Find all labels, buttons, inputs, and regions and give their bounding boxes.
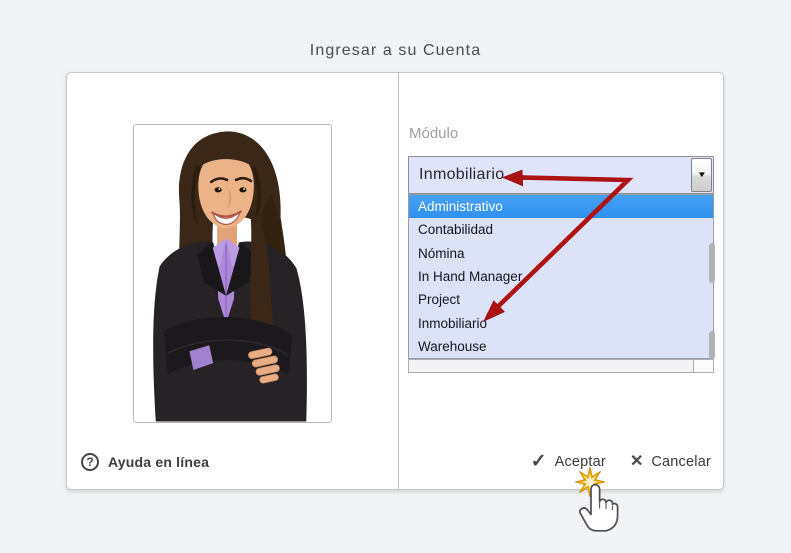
scrollbar-fragment bbox=[709, 331, 715, 359]
module-dropdown-list: Administrativo Contabilidad Nómina In Ha… bbox=[408, 194, 714, 359]
user-portrait-image bbox=[134, 125, 331, 422]
dropdown-option[interactable]: Nómina bbox=[409, 242, 713, 265]
panel-divider bbox=[398, 73, 399, 489]
accept-button[interactable]: ✓ Aceptar bbox=[531, 452, 606, 471]
dropdown-option[interactable]: Contabilidad bbox=[409, 218, 713, 241]
login-panel: Módulo Inmobiliario ▼ Administrativo Con… bbox=[66, 72, 724, 490]
scrollbar-fragment bbox=[709, 243, 715, 283]
dropdown-option[interactable]: Administrativo bbox=[409, 195, 713, 219]
module-select[interactable]: Inmobiliario ▼ bbox=[408, 156, 714, 194]
scrollbar-corner bbox=[693, 360, 713, 372]
list-horizontal-scrollbar[interactable] bbox=[408, 359, 714, 373]
help-link[interactable]: ? Ayuda en línea bbox=[81, 453, 209, 471]
user-photo bbox=[133, 124, 332, 423]
chevron-down-icon: ▼ bbox=[696, 170, 707, 179]
hand-pointer-icon bbox=[579, 483, 619, 532]
dropdown-option[interactable]: Warehouse bbox=[409, 335, 713, 358]
dropdown-button[interactable]: ▼ bbox=[691, 158, 712, 192]
page-title: Ingresar a su Cuenta bbox=[309, 42, 482, 59]
cancel-button[interactable]: ✕ Cancelar bbox=[629, 452, 711, 470]
x-icon: ✕ bbox=[629, 452, 644, 470]
question-icon: ? bbox=[81, 453, 99, 471]
module-label: Módulo bbox=[409, 125, 459, 142]
cancel-label: Cancelar bbox=[651, 453, 711, 470]
accept-label: Aceptar bbox=[554, 453, 606, 470]
module-selected-value: Inmobiliario bbox=[419, 166, 505, 183]
action-buttons: ✓ Aceptar ✕ Cancelar bbox=[531, 452, 711, 471]
check-icon: ✓ bbox=[530, 451, 547, 472]
dropdown-option[interactable]: Project bbox=[409, 288, 713, 311]
dropdown-option[interactable]: In Hand Manager bbox=[409, 265, 713, 288]
help-label: Ayuda en línea bbox=[108, 454, 210, 470]
dropdown-option[interactable]: Inmobiliario bbox=[409, 311, 713, 334]
